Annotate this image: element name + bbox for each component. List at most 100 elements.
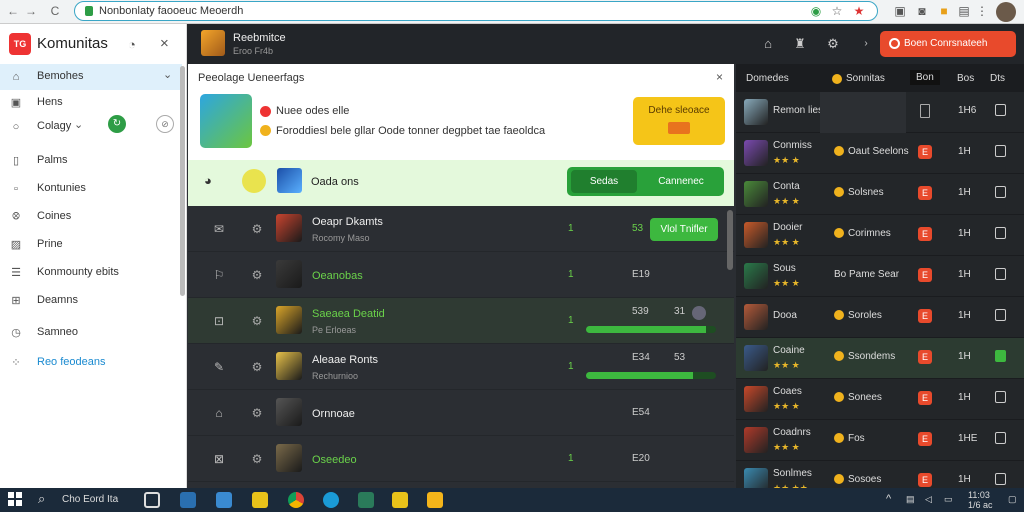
row-checkbox[interactable]	[995, 309, 1006, 321]
notification-icon[interactable]: ▢	[1008, 494, 1017, 505]
row-checkbox[interactable]	[995, 473, 1006, 485]
close-icon[interactable]: ×	[160, 35, 169, 52]
sidebar-item[interactable]: ⁘ Reo feodeans	[0, 350, 182, 376]
invite-button[interactable]: Vlol Tnifler	[650, 218, 718, 241]
chevron-up-icon[interactable]: ^	[886, 493, 891, 505]
column-header[interactable]: Bos	[957, 73, 974, 84]
row-checkbox[interactable]	[995, 227, 1006, 239]
sidebar-item-label: Samneo	[37, 326, 78, 338]
search-icon[interactable]: ⌕	[38, 491, 45, 507]
window-icon[interactable]: ▣	[893, 4, 907, 18]
clock-date[interactable]: 1/6 ac	[968, 500, 993, 510]
sidebar-item[interactable]: ꕕ Coines	[0, 204, 182, 230]
extension-icon[interactable]: ◉	[809, 4, 823, 18]
trash-icon[interactable]	[920, 104, 930, 118]
column-header[interactable]: Sonnitas	[846, 73, 885, 84]
home-icon[interactable]: ⌂	[760, 36, 776, 52]
sidebar-item[interactable]: ▯ Palms	[0, 148, 182, 174]
app-icon[interactable]	[180, 492, 196, 508]
top-cta-button[interactable]: Boen Conrsnateeh Nontas	[880, 31, 1016, 75]
leaderboard-row[interactable]: Sous ★★ ★ Bo Pame Sear E 1H	[736, 256, 1024, 297]
sidebar-item[interactable]: ⌂ Bemohes ⌄	[0, 64, 182, 90]
row-icon: ⊠	[213, 452, 225, 466]
row-checkbox[interactable]	[995, 145, 1006, 157]
avatar[interactable]	[996, 2, 1016, 22]
gamepad-icon: ⚙	[251, 406, 263, 420]
chevron-down-icon[interactable]: ⌄	[163, 68, 172, 81]
row-checkbox[interactable]	[995, 391, 1006, 403]
bookmark-icon[interactable]: ★	[852, 4, 866, 18]
sidebar-item[interactable]: ☰ Konmounty ebits	[0, 260, 182, 286]
leaderboard-row[interactable]: Dooa Soroles E 1H	[736, 297, 1024, 338]
list-item[interactable]: ✎ ⚙ Aleaae Ronts Rechurnioo 1 E34 53	[188, 344, 734, 390]
sidebar-item[interactable]: ▨ Prine	[0, 232, 182, 258]
row-checkbox[interactable]	[995, 186, 1006, 198]
clock-time[interactable]: 11:03	[968, 490, 990, 500]
leaderboard-row[interactable]: Coaes ★★ ★ Sonees E 1H	[736, 379, 1024, 420]
sidebar-item[interactable]: ▣ Hens	[0, 90, 182, 116]
chrome-icon[interactable]	[288, 492, 304, 508]
chevron-down-icon[interactable]: ⌄	[74, 118, 83, 131]
chevron-right-icon[interactable]: ›	[858, 36, 874, 52]
row-checkbox[interactable]	[995, 268, 1006, 280]
column-header[interactable]: Domedes	[746, 73, 789, 84]
menu-icon[interactable]: ⋮	[975, 4, 989, 18]
network-icon[interactable]: ▤	[906, 494, 915, 505]
row-checkbox[interactable]	[995, 350, 1006, 362]
forward-icon[interactable]: →	[24, 4, 38, 18]
notification-button[interactable]: Dehe sleoace	[633, 97, 725, 145]
column-header[interactable]: Bon	[910, 70, 940, 85]
leaderboard-row[interactable]: Conta ★★ ★ Solsnes E 1H	[736, 174, 1024, 215]
folder-icon[interactable]	[252, 492, 268, 508]
app-icon[interactable]	[358, 492, 374, 508]
trophy-icon[interactable]: ♜	[792, 36, 808, 52]
leaderboard-row[interactable]: Dooier ★★ ★ Corimnes E 1H	[736, 215, 1024, 256]
star-icon[interactable]: ☆	[830, 4, 844, 18]
app-icon[interactable]	[216, 492, 232, 508]
connect-button[interactable]: Cannenec	[641, 170, 721, 193]
sidebar-item[interactable]: ◷ Samneo	[0, 320, 182, 346]
sync-icon[interactable]: ↻	[108, 115, 126, 133]
start-icon[interactable]	[8, 492, 22, 506]
battery-icon[interactable]: ▭	[944, 494, 953, 505]
puzzle-icon[interactable]: ■	[937, 4, 951, 18]
status-dot: 1	[568, 269, 574, 280]
block-icon[interactable]: ⊘	[156, 115, 174, 133]
leaderboard-row[interactable]: Coaine ★★ ★ Ssondems E 1H	[736, 338, 1024, 379]
back-icon[interactable]: ←	[6, 4, 20, 18]
volume-icon[interactable]: ◁	[925, 494, 932, 505]
app-icon[interactable]	[392, 492, 408, 508]
task-view-icon[interactable]	[144, 492, 160, 508]
list-item[interactable]: ⊡ ⚙ Saeaea Deatid Pe Erloeas 1 539 31	[188, 298, 734, 344]
app-icon[interactable]	[427, 492, 443, 508]
sidebar-item[interactable]: ▫ Kontunies	[0, 176, 182, 202]
sidebar-item[interactable]: ○ Colagy ⌄ ↻ ⊘	[0, 114, 182, 140]
leaderboard-row[interactable]: Conmiss ★★ ★ Oaut Seelons E 1H	[736, 133, 1024, 174]
list-item[interactable]: ⚐ ⚙ Oeanobas 1 E19	[188, 252, 734, 298]
camera-icon[interactable]: ◙	[915, 4, 929, 18]
taskbar-search-label[interactable]: Cho Eord Ita	[62, 494, 118, 505]
game-thumbnail	[277, 168, 302, 193]
row-checkbox[interactable]	[995, 432, 1006, 444]
address-bar[interactable]: Nonbonlaty faooeuc Meoerdh	[74, 1, 878, 21]
sidebar-item[interactable]: ⊞ Deamns	[0, 288, 182, 314]
compose-icon[interactable]: ◔	[128, 37, 136, 52]
reload-icon[interactable]: C	[48, 4, 62, 18]
close-icon[interactable]: ×	[716, 70, 723, 84]
sidebar-scrollbar[interactable]	[180, 66, 185, 296]
leaderboard-row[interactable]: Coadnrs ★★ ★ Fos E 1HE	[736, 420, 1024, 461]
settings-icon[interactable]: ⚙	[825, 36, 841, 52]
leaderboard-row[interactable]: Remon lies 1H6	[736, 92, 1024, 133]
list-item[interactable]: ⌂ ⚙ Ornnoae E54	[188, 390, 734, 436]
toggle-icon[interactable]	[692, 306, 706, 320]
column-header[interactable]: Dts	[990, 73, 1005, 84]
status-badge: E	[918, 268, 932, 282]
list-item[interactable]: ✉ ⚙ Oeapr Dkamts Rocomy Maso 1 53 Vlol Tnifler	[188, 206, 734, 252]
send-button[interactable]: Sedas	[571, 170, 637, 193]
edge-icon[interactable]	[323, 492, 339, 508]
list-item[interactable]: ⊠ ⚙ Oseedeo 1 E20	[188, 436, 734, 482]
list-scrollbar[interactable]	[727, 210, 733, 270]
apps-icon: ⁘	[11, 357, 21, 369]
download-icon[interactable]: ▤	[957, 4, 971, 18]
row-checkbox[interactable]	[995, 104, 1006, 116]
